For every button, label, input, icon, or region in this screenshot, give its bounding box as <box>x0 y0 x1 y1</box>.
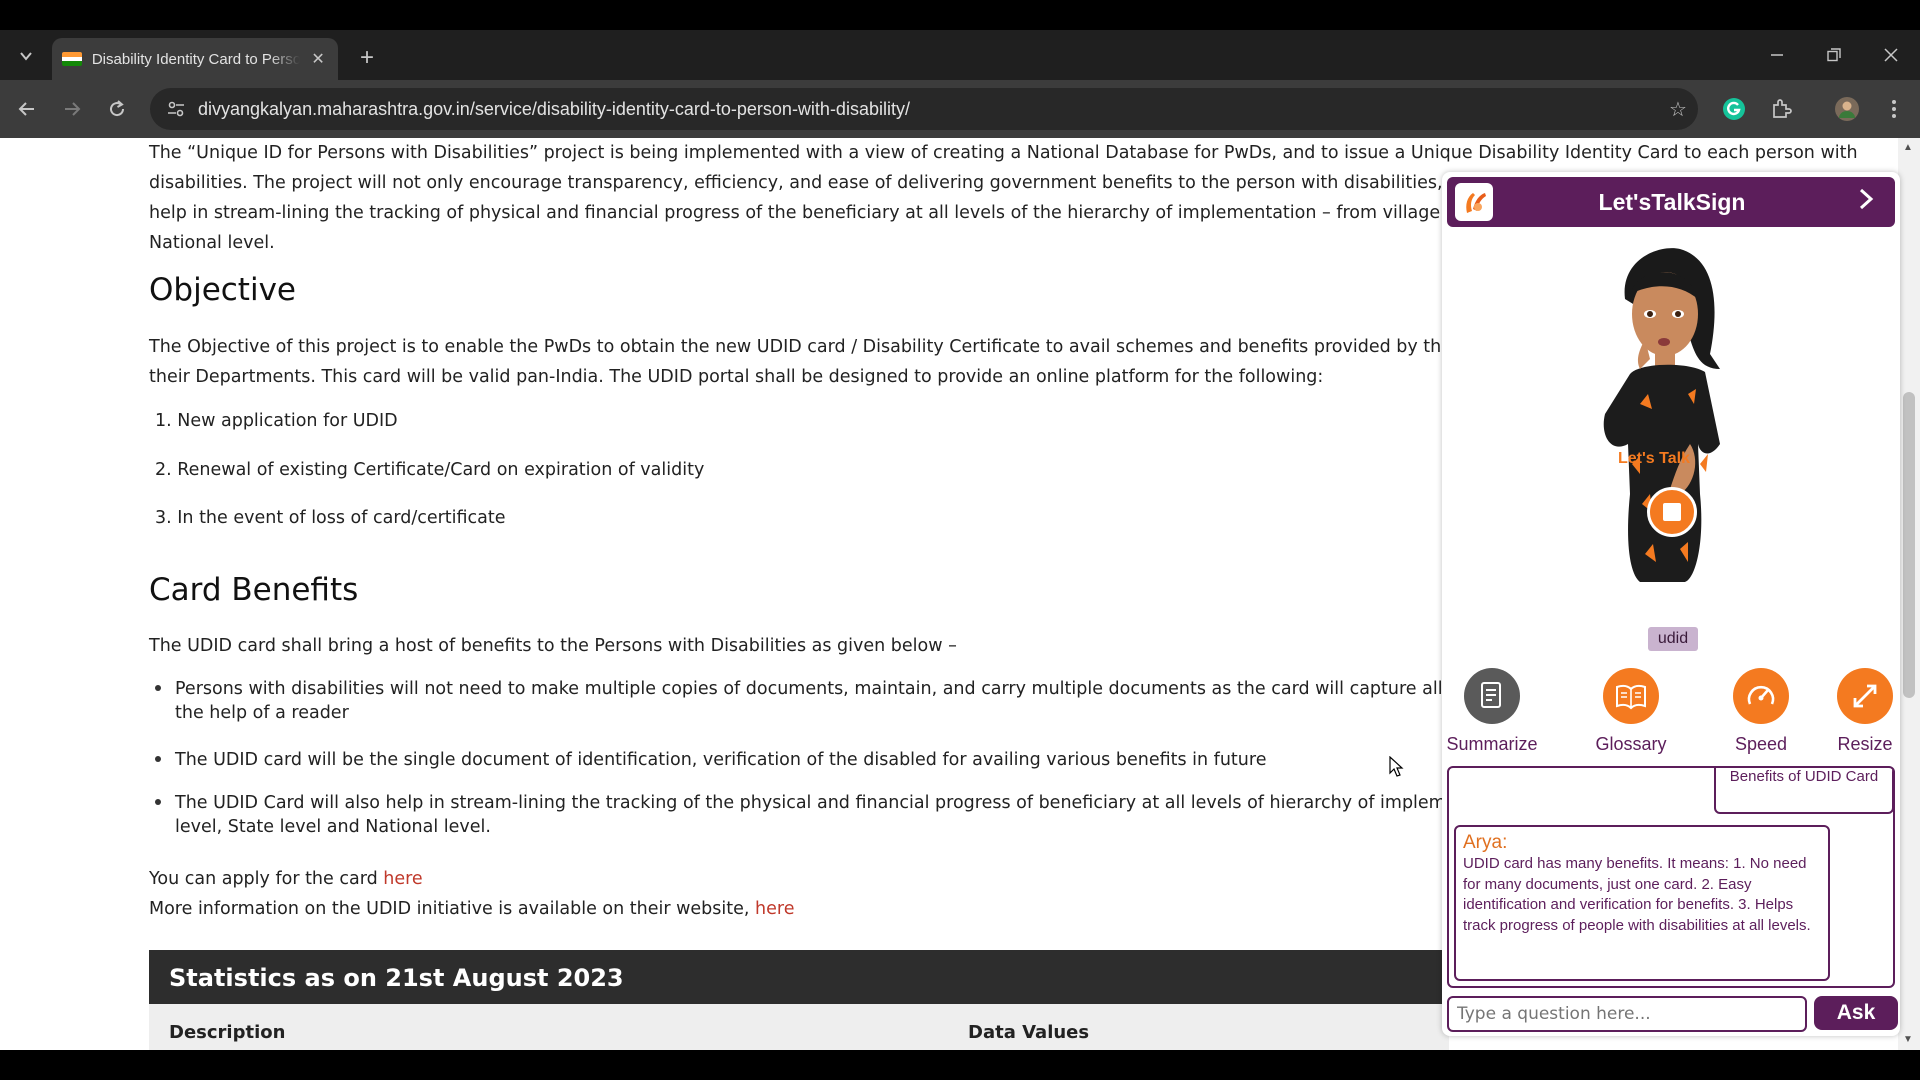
letstalksign-widget: Let'sTalkSign Let's Talk udid Summarize <box>1442 172 1900 1036</box>
more-info-link[interactable]: here <box>755 899 794 919</box>
bullet-dot <box>155 685 161 691</box>
intro-line-4: National level. <box>149 233 275 253</box>
chevron-down-icon <box>20 52 32 61</box>
tab-title: Disability Identity Card to Person with … <box>91 50 301 68</box>
close-icon[interactable]: ✕ <box>308 49 328 69</box>
resize-tool[interactable]: Resize <box>1825 668 1905 755</box>
restore-icon <box>1827 48 1841 62</box>
widget-title: Let'sTalkSign <box>1598 188 1746 215</box>
forward-icon <box>65 102 81 116</box>
reload-icon <box>110 100 125 117</box>
description-column-header: Description <box>169 1022 286 1043</box>
browser-tab-bar: Disability Identity Card to Person with … <box>0 30 1920 80</box>
letstalksign-logo <box>1455 183 1493 221</box>
summarize-tool[interactable]: Summarize <box>1437 668 1547 755</box>
forward-button[interactable] <box>55 92 89 126</box>
glossary-tool[interactable]: Glossary <box>1576 668 1686 755</box>
glossary-book-icon <box>1603 668 1659 724</box>
chevron-right-icon[interactable] <box>1851 188 1881 217</box>
grammarly-icon[interactable] <box>1717 92 1751 126</box>
objective-item-1: 1. New application for UDID <box>155 411 398 431</box>
minimize-button[interactable] <box>1757 40 1797 70</box>
scroll-up-arrow-icon[interactable]: ▲ <box>1903 142 1913 153</box>
screen-bottom-bar <box>0 1050 1920 1080</box>
tab-list-button[interactable] <box>10 40 42 72</box>
user-message-bubble: Benefits of UDID Card <box>1714 768 1893 814</box>
apply-line: You can apply for the card here <box>149 864 423 894</box>
widget-header: Let'sTalkSign <box>1447 177 1895 227</box>
bullet-dot <box>155 756 161 762</box>
kebab-menu-icon[interactable] <box>1877 92 1911 126</box>
new-tab-button[interactable]: + <box>352 43 382 73</box>
plus-icon: + <box>359 44 374 71</box>
back-button[interactable] <box>10 92 44 126</box>
benefit-1-line-1: Persons with disabilities will not need … <box>175 679 1554 699</box>
browser-tab[interactable]: Disability Identity Card to Person with … <box>52 38 338 80</box>
stop-button[interactable] <box>1647 487 1697 537</box>
benefit-1-line-2: the help of a reader <box>175 703 349 723</box>
profile-avatar[interactable] <box>1830 92 1864 126</box>
bot-message-text: UDID card has many benefits. It means: 1… <box>1463 855 1811 934</box>
card-benefits-heading: Card Benefits <box>149 572 359 608</box>
intro-line-3: help in stream-lining the tracking of ph… <box>149 203 1525 223</box>
back-icon <box>18 102 34 116</box>
intro-line-2: disabilities. The project will not only … <box>149 173 1542 193</box>
objective-line-1: The Objective of this project is to enab… <box>149 337 1538 357</box>
restore-button[interactable] <box>1814 40 1854 70</box>
chat-history[interactable]: Benefits of UDID Card Arya: UDID card ha… <box>1447 766 1895 988</box>
benefit-3-line-2: level, State level and National level. <box>175 817 491 837</box>
summarize-icon <box>1464 668 1520 724</box>
objective-item-2: 2. Renewal of existing Certificate/Card … <box>155 460 705 480</box>
extensions-icon[interactable] <box>1764 92 1798 126</box>
data-values-column-header: Data Values <box>968 1022 1090 1043</box>
site-settings-icon[interactable] <box>158 100 194 118</box>
bot-message-bubble: Arya: UDID card has many benefits. It me… <box>1454 825 1830 981</box>
benefits-intro: The UDID card shall bring a host of bene… <box>149 636 957 656</box>
star-icon[interactable]: ☆ <box>1658 97 1698 122</box>
summarize-label: Summarize <box>1446 734 1538 754</box>
speed-gauge-icon <box>1733 668 1789 724</box>
stop-icon <box>1663 503 1681 521</box>
apply-text: You can apply for the card <box>149 869 384 889</box>
window-close-icon <box>1884 48 1898 62</box>
sign-language-avatar <box>1603 248 1720 582</box>
avatar-dress-text: Let's Talk <box>1618 450 1690 467</box>
scroll-down-arrow-icon[interactable]: ▼ <box>1903 1034 1913 1045</box>
glossary-label: Glossary <box>1595 734 1667 754</box>
resize-arrows-icon <box>1837 668 1893 724</box>
apply-link[interactable]: here <box>383 869 422 889</box>
objective-line-2: their Departments. This card will be val… <box>149 367 1324 387</box>
url-text[interactable]: divyangkalyan.maharashtra.gov.in/service… <box>198 99 1658 120</box>
mouse-cursor-icon <box>1389 756 1404 777</box>
question-input[interactable] <box>1447 996 1807 1032</box>
statistics-heading: Statistics as on 21st August 2023 <box>149 950 1449 1004</box>
browser-toolbar: divyangkalyan.maharashtra.gov.in/service… <box>0 80 1920 138</box>
more-info-text: More information on the UDID initiative … <box>149 899 756 919</box>
india-flag-favicon <box>62 52 82 66</box>
benefit-2-line-1: The UDID card will be the single documen… <box>175 750 1267 770</box>
page-scrollbar[interactable]: ▲ ▼ <box>1898 138 1920 1050</box>
address-bar[interactable]: divyangkalyan.maharashtra.gov.in/service… <box>150 88 1698 130</box>
speed-tool[interactable]: Speed <box>1706 668 1816 755</box>
objective-item-3: 3. In the event of loss of card/certific… <box>155 508 506 528</box>
resize-label: Resize <box>1837 734 1893 754</box>
screen-top-bar <box>0 0 1920 30</box>
statistics-table-header: Description Data Values <box>149 1004 1449 1050</box>
reload-button[interactable] <box>100 92 134 126</box>
more-info-line: More information on the UDID initiative … <box>149 894 794 924</box>
objective-heading: Objective <box>149 272 296 308</box>
bullet-dot <box>155 799 161 805</box>
avatar-sign-tag: udid <box>1648 627 1698 651</box>
intro-line-1: The “Unique ID for Persons with Disabili… <box>149 143 1858 163</box>
minimize-icon <box>1771 54 1783 56</box>
bot-name: Arya: <box>1463 832 1508 853</box>
window-close-button[interactable] <box>1871 40 1911 70</box>
scrollbar-thumb[interactable] <box>1903 392 1915 698</box>
ask-button[interactable]: Ask <box>1814 996 1898 1030</box>
speed-label: Speed <box>1734 734 1788 754</box>
